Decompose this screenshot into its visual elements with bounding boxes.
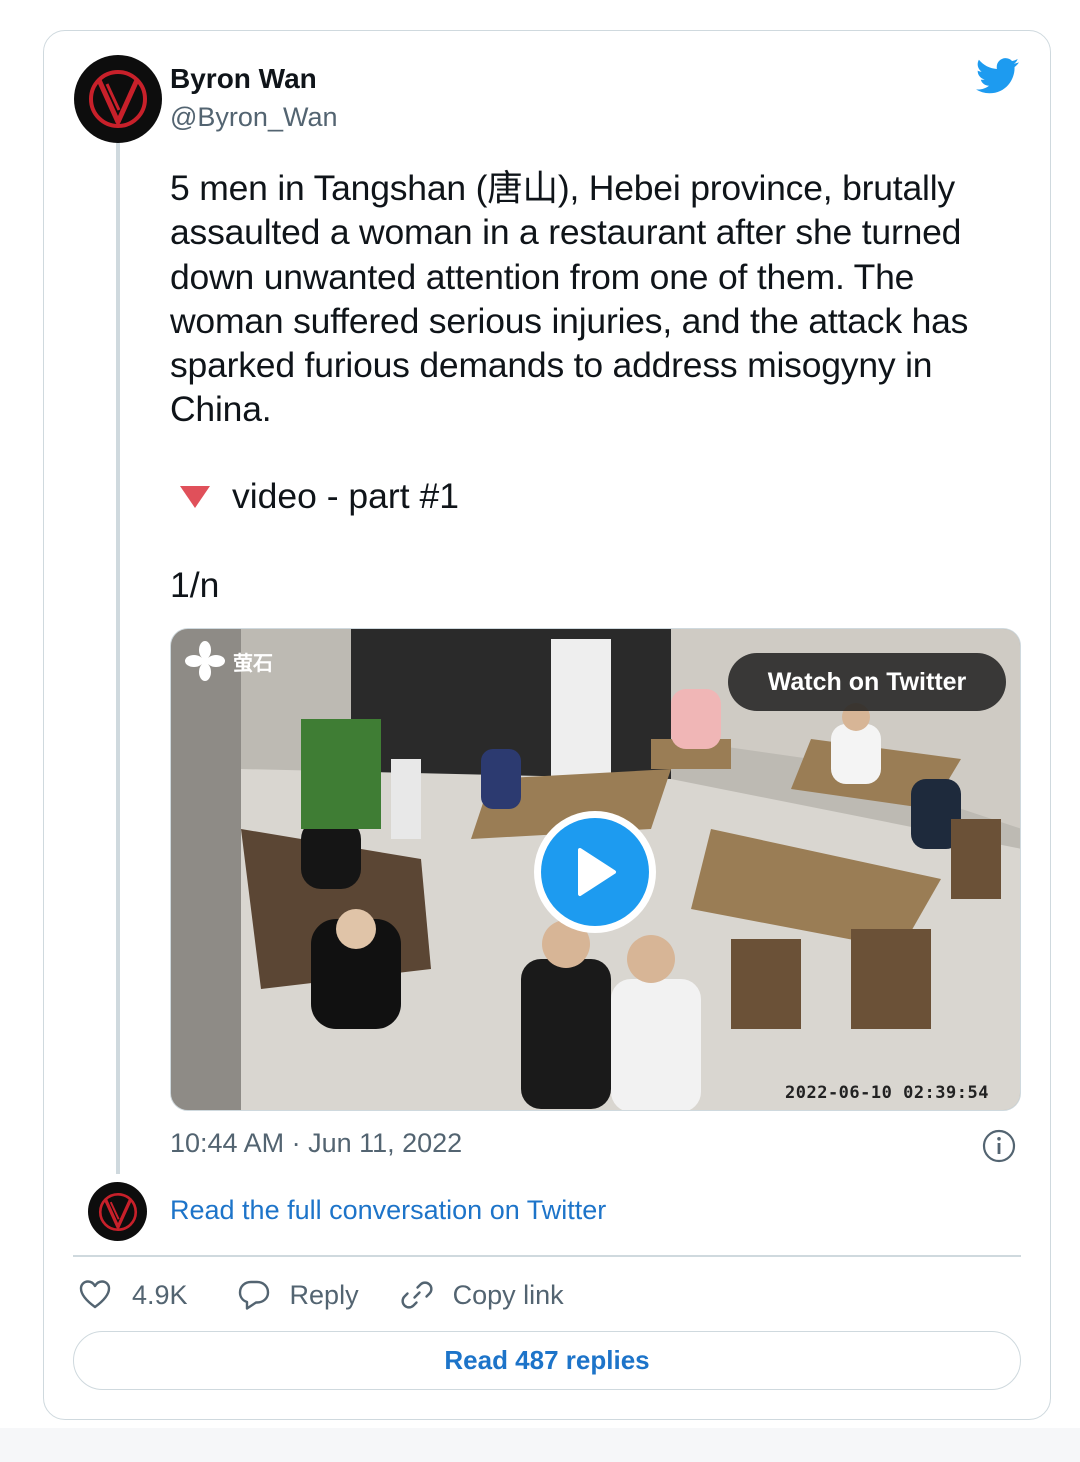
tweet-timestamp[interactable]: 10:44 AM · Jun 11, 2022 [170, 1128, 462, 1159]
reply-button[interactable]: Reply [237, 1278, 359, 1312]
twitter-bird-icon[interactable] [976, 58, 1020, 94]
play-button[interactable] [534, 811, 656, 933]
like-count: 4.9K [132, 1279, 188, 1310]
fan-logo-icon [185, 641, 225, 681]
read-replies-button[interactable]: Read 487 replies [73, 1331, 1021, 1390]
camera-timestamp: 2022-06-10 02:39:54 [785, 1083, 989, 1103]
link-icon [401, 1281, 433, 1309]
brand-text: 萤石 [233, 652, 273, 675]
video-media[interactable]: 萤石 Watch on Twitter 2022-06-10 02:39:54 [170, 628, 1021, 1111]
play-icon [578, 848, 616, 896]
watch-on-twitter-button[interactable]: Watch on Twitter [728, 653, 1006, 711]
copy-link-label: Copy link [452, 1279, 564, 1310]
v-logo-avatar-icon [98, 1192, 137, 1231]
read-full-conversation-link[interactable]: Read the full conversation on Twitter [170, 1195, 606, 1226]
heart-icon [79, 1280, 111, 1309]
action-bar: 4.9K Reply Copy link [78, 1272, 564, 1318]
down-triangle-icon [180, 486, 210, 508]
copy-link-button[interactable]: Copy link [400, 1278, 564, 1312]
thread-count: 1/n [170, 565, 220, 605]
brand-watermark: 萤石 [185, 641, 273, 681]
author-handle[interactable]: @Byron_Wan [170, 102, 337, 133]
reply-label: Reply [289, 1279, 359, 1310]
author-avatar[interactable] [74, 55, 162, 143]
divider [73, 1255, 1021, 1257]
tweet-text: 5 men in Tangshan (唐山), Hebei province, … [170, 168, 969, 430]
conversation-avatar[interactable] [88, 1182, 147, 1241]
video-label-line: video - part #1 [170, 474, 459, 518]
like-button[interactable]: 4.9K [78, 1278, 188, 1312]
bottom-strip [0, 1428, 1080, 1462]
info-icon[interactable] [982, 1129, 1016, 1163]
speech-bubble-icon [238, 1280, 269, 1310]
v-logo-avatar-icon [89, 70, 147, 128]
thread-line [116, 142, 120, 1174]
video-label: video - part #1 [232, 476, 459, 516]
author-name[interactable]: Byron Wan [170, 63, 317, 95]
